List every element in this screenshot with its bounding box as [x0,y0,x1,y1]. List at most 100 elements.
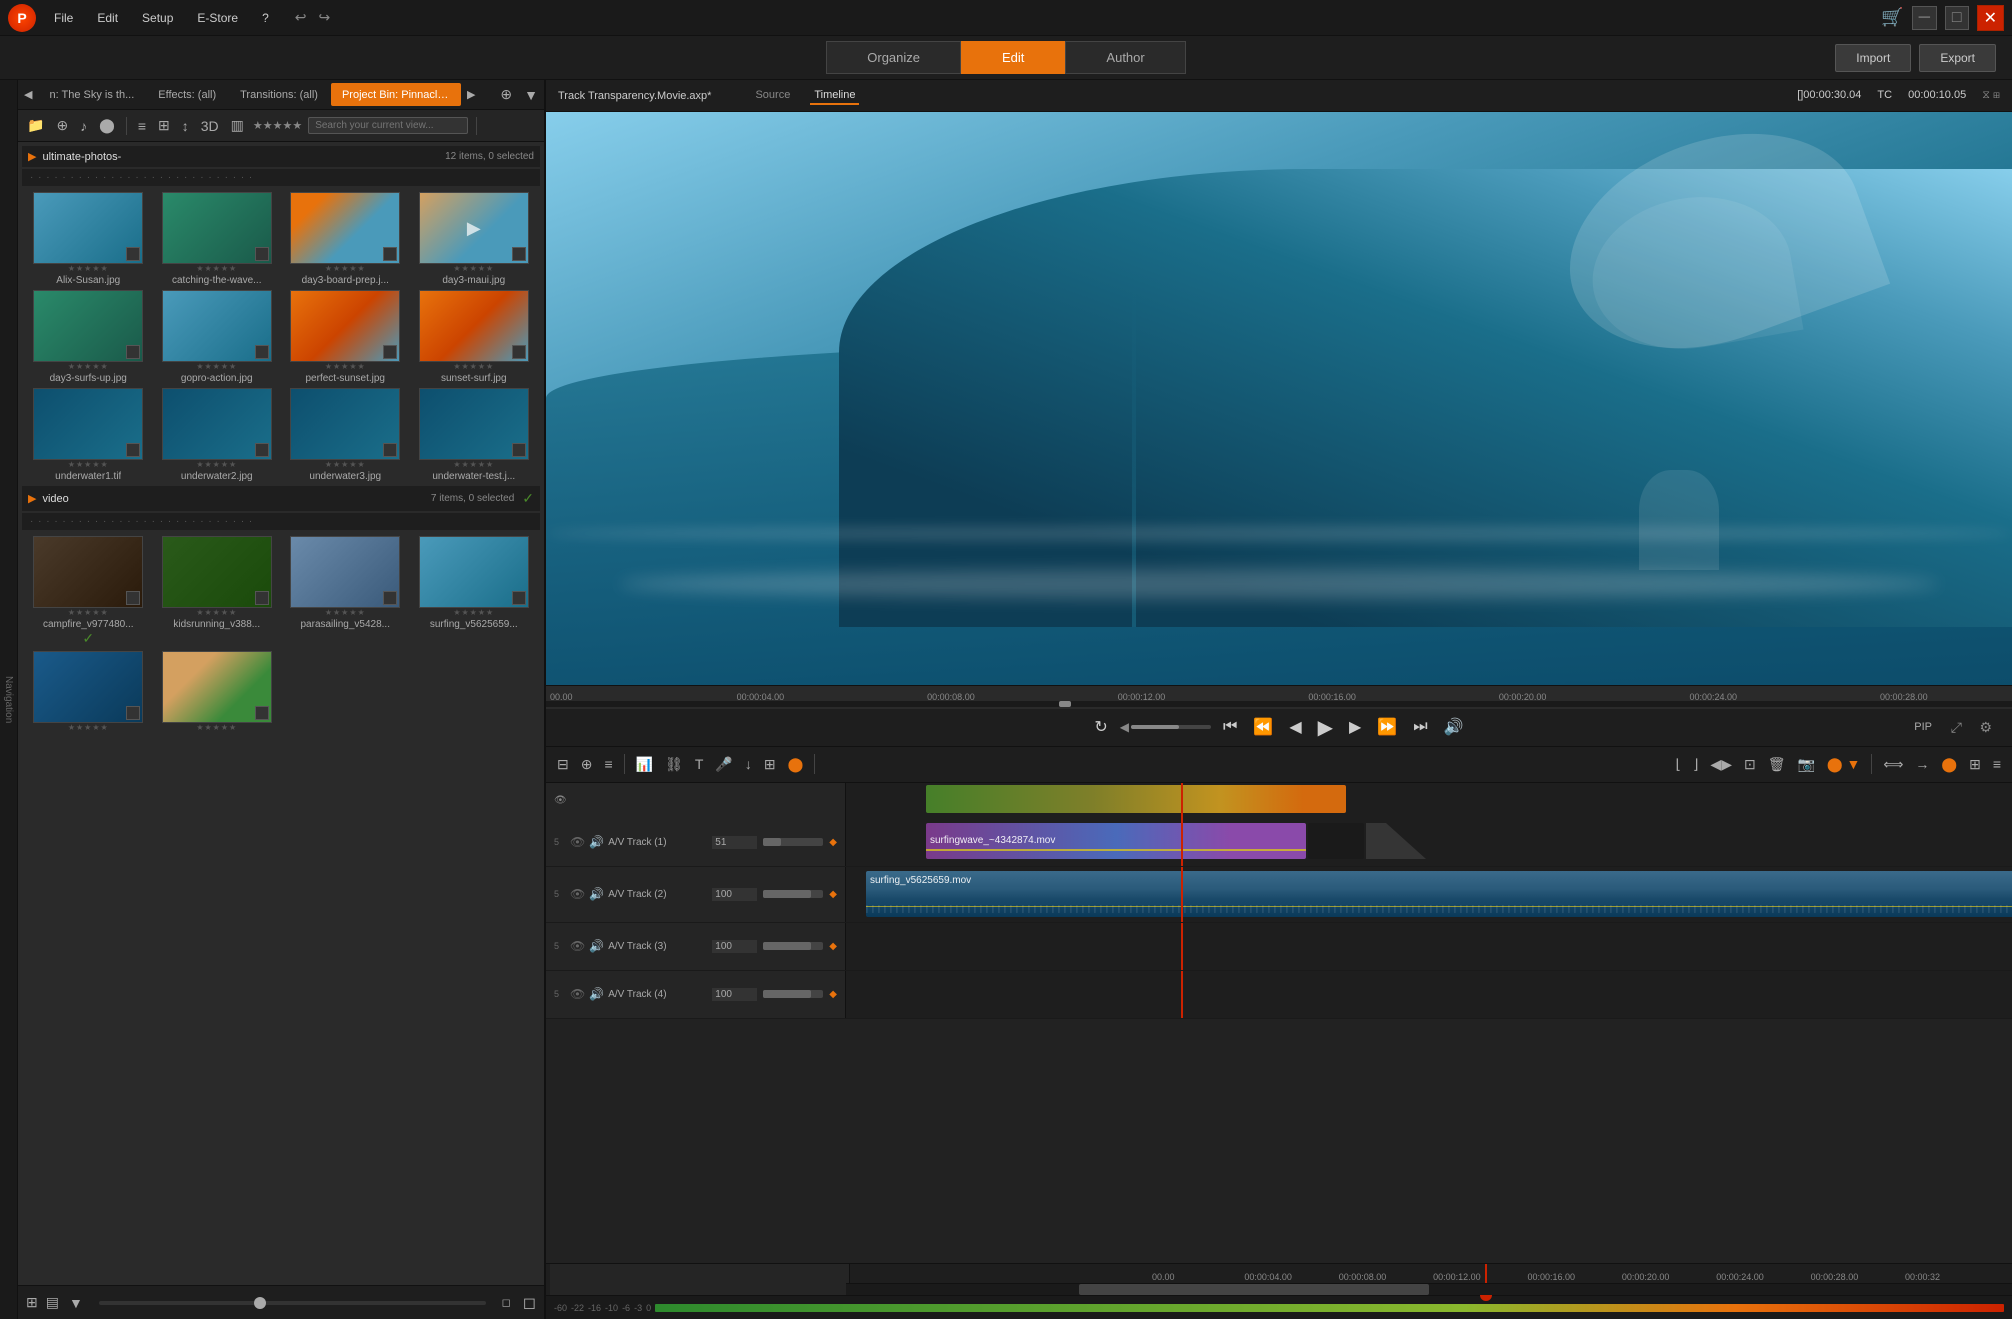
track-vol-slider-1[interactable] [763,838,823,846]
video-thumb-0[interactable]: ★★★★★ campfire_v977480... ✓ [26,536,151,647]
track-eye-4[interactable]: 👁 [570,987,585,1001]
video-section-header[interactable]: ▶ video 7 items, 0 selected ✓ [22,486,540,511]
organize-btn[interactable]: Organize [826,41,961,74]
close-btn[interactable]: ✕ [1977,5,2004,31]
video-thumb-1[interactable]: ★★★★★ kidsrunning_v388... [155,536,280,647]
track-vol-1[interactable] [712,836,757,849]
track-audio-3[interactable]: 🔊 [589,939,604,953]
author-btn[interactable]: Author [1065,41,1185,74]
tl-link-icon[interactable]: ⛓ [662,754,686,775]
tl-scrollbar[interactable] [846,1283,2012,1295]
tl-layers-icon[interactable]: ≡ [601,754,615,774]
tl-mark-in-icon[interactable]: ⌊ [1672,754,1683,775]
track-audio-2[interactable]: 🔊 [589,887,604,901]
track-diamond-1[interactable]: ◆ [829,837,837,848]
star-filter[interactable]: ★★★★★ [253,119,302,132]
search-input[interactable] [308,117,468,134]
menu-help[interactable]: ? [256,9,275,27]
tab-2[interactable]: Transitions: (all) [229,84,329,106]
menu-edit[interactable]: Edit [91,9,124,27]
thumb-size-slider[interactable] [99,1301,486,1305]
tl-add-track-icon[interactable]: ⊕ [578,754,596,775]
pip-btn[interactable]: PIP [1914,721,1932,733]
tl-zoom-in-icon[interactable]: ◀▶ [1707,754,1735,775]
panel-icon-3[interactable]: ▼ [69,1295,83,1311]
track-audio-1[interactable]: 🔊 [589,835,604,849]
tl-orange-icon[interactable]: ⬤ [785,754,807,775]
timeline-tab[interactable]: Timeline [810,87,859,105]
loop-btn[interactable]: ↻ [1090,713,1111,741]
track-vol-4[interactable] [712,988,757,1001]
tl-scroll-thumb[interactable] [1079,1284,1429,1295]
menu-estore[interactable]: E-Store [191,9,244,27]
video-thumb-2[interactable]: ★★★★★ parasailing_v5428... [283,536,408,647]
tl-expand-icon[interactable]: ⟺ [1880,754,1906,775]
tab-1[interactable]: Effects: (all) [147,84,227,106]
settings-btn[interactable]: ⚙ [1979,719,1992,736]
edit-btn[interactable]: Edit [961,41,1065,74]
menu-file[interactable]: File [48,9,79,27]
next-frame-btn[interactable]: ⏩ [1373,713,1401,741]
track-eye-1[interactable]: 👁 [570,835,585,849]
photo-thumb-1[interactable]: ★★★★★ catching-the-wave... [155,192,280,286]
music-icon[interactable]: ♪ [77,115,90,137]
playhead-marker[interactable] [1181,783,1183,819]
photo-thumb-2[interactable]: ★★★★★ day3-board-prep.j... [283,192,408,286]
tl-orange3-icon[interactable]: ⬤ [1938,754,1960,775]
export-btn[interactable]: Export [1919,44,1996,72]
scrubber-track[interactable] [546,701,2012,707]
track-vol-slider-4[interactable] [763,990,823,998]
video-thumb-5[interactable]: ★★★★★ [155,651,280,734]
prev-step-btn[interactable]: ◀ [1285,713,1305,741]
track-vol-slider-3[interactable] [763,942,823,950]
undo-btn[interactable]: ↩ [295,9,307,26]
grid-view-icon[interactable]: ⊞ [155,114,173,137]
tl-mic-icon[interactable]: 🎤 [712,754,735,775]
import-btn[interactable]: Import [1835,44,1911,72]
tab-add-icon[interactable]: ⊕ [494,86,518,103]
track-diamond-2[interactable]: ◆ [829,889,837,900]
panel-icon-2[interactable]: ▤ [46,1294,59,1311]
tl-mark-out-icon[interactable]: ⌋ [1690,754,1701,775]
panel-icon-1[interactable]: ⊞ [26,1294,38,1311]
clip-2-1[interactable]: surfing_v5625659.mov [866,871,2012,917]
tl-orange2-icon[interactable]: ⬤ ▼ [1824,754,1863,775]
clip-1-2[interactable] [1308,823,1364,859]
record-icon[interactable]: ⬤ [96,114,118,137]
filter-icon[interactable]: ▥ [228,114,247,137]
clip-1-1[interactable]: surfingwave_~4342874.mov [926,823,1306,859]
tab-0[interactable]: n: The Sky is th... [38,84,145,106]
folder-icon[interactable]: 📁 [24,114,47,137]
tl-cam-icon[interactable]: 📷 [1794,754,1817,775]
track-eye-3[interactable]: 👁 [570,939,585,953]
track-vol-slider-2[interactable] [763,890,823,898]
photo-thumb-10[interactable]: ★★★★★ underwater3.jpg [283,388,408,482]
redo-btn[interactable]: ↪ [319,9,331,26]
photos-section-header[interactable]: ▶ ultimate-photos- 12 items, 0 selected [22,146,540,167]
tl-arrow-right-icon[interactable]: → [1912,754,1932,774]
scrubber-thumb[interactable] [1059,701,1071,707]
tab-3[interactable]: Project Bin: Pinnacle Stu... ✕ [331,83,461,106]
next-step-btn[interactable]: ▶ [1345,713,1365,741]
prev-frame-btn[interactable]: ⏪ [1249,713,1277,741]
volume-slider[interactable]: ◀ [1120,720,1211,734]
tab-menu-icon[interactable]: ▼ [520,87,542,103]
tl-text-icon[interactable]: T [692,754,707,774]
skip-to-end-btn[interactable]: ⏭ [1409,714,1431,740]
photo-thumb-11[interactable]: ★★★★★ underwater-test.j... [412,388,537,482]
volume-track[interactable] [1131,725,1211,729]
tl-down-icon[interactable]: ↓ [742,754,755,774]
track-diamond-4[interactable]: ◆ [829,989,837,1000]
tab-nav-left[interactable]: ◀ [20,86,36,103]
play-btn[interactable]: ▶ [1314,711,1337,744]
tl-grid-icon[interactable]: ⊞ [761,754,779,775]
view-3d-icon[interactable]: 3D [198,115,222,137]
import-media-icon[interactable]: ⊕ [53,114,71,137]
tab-nav-right[interactable]: ▶ [463,86,479,103]
video-thumb-3[interactable]: ★★★★★ surfing_v5625659... [412,536,537,647]
skip-to-start-btn[interactable]: ⏮ [1219,714,1241,740]
photo-thumb-6[interactable]: ★★★★★ perfect-sunset.jpg [283,290,408,384]
photo-thumb-5[interactable]: ★★★★★ gopro-action.jpg [155,290,280,384]
photo-thumb-8[interactable]: ★★★★★ underwater1.tif [26,388,151,482]
photo-thumb-9[interactable]: ★★★★★ underwater2.jpg [155,388,280,482]
